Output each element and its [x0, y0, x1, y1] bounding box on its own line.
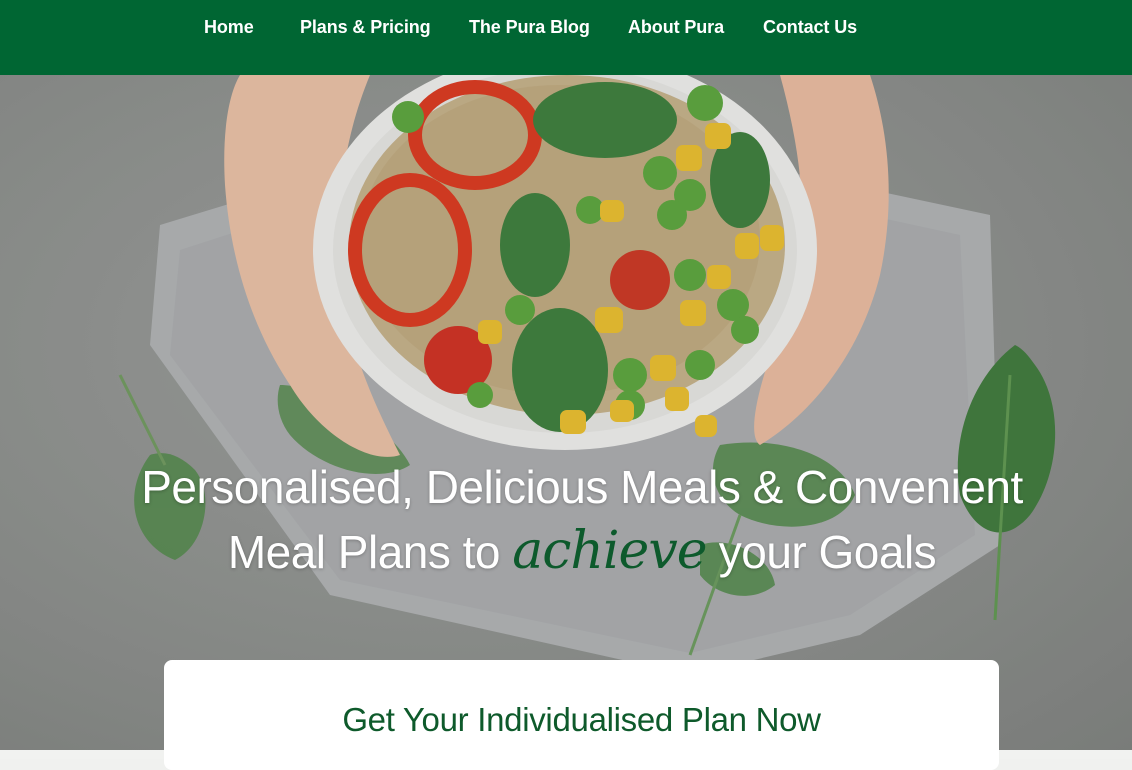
nav-blog-link[interactable]: The Pura Blog [469, 17, 590, 38]
headline-text-after: your Goals [706, 526, 937, 578]
hero-overlay [0, 75, 1132, 750]
top-nav: Home Plans & Pricing The Pura Blog About… [0, 0, 1132, 75]
headline-accent: achieve [512, 521, 707, 581]
plan-cta-title: Get Your Individualised Plan Now [342, 701, 821, 738]
headline-line-2: Meal Plans to achieve your Goals [0, 519, 1132, 584]
hero-section: Personalised, Delicious Meals & Convenie… [0, 75, 1132, 750]
hero-headline: Personalised, Delicious Meals & Convenie… [0, 455, 1132, 584]
nav-about-link[interactable]: About Pura [628, 17, 724, 38]
nav-home-link[interactable]: Home [204, 17, 254, 38]
nav-contact-link[interactable]: Contact Us [763, 17, 857, 38]
headline-text-before: Meal Plans to [227, 526, 513, 578]
nav-plans-pricing-link[interactable]: Plans & Pricing [300, 17, 431, 38]
plan-cta-card: Get Your Individualised Plan Now [164, 660, 999, 770]
headline-line-1: Personalised, Delicious Meals & Convenie… [141, 461, 1023, 513]
